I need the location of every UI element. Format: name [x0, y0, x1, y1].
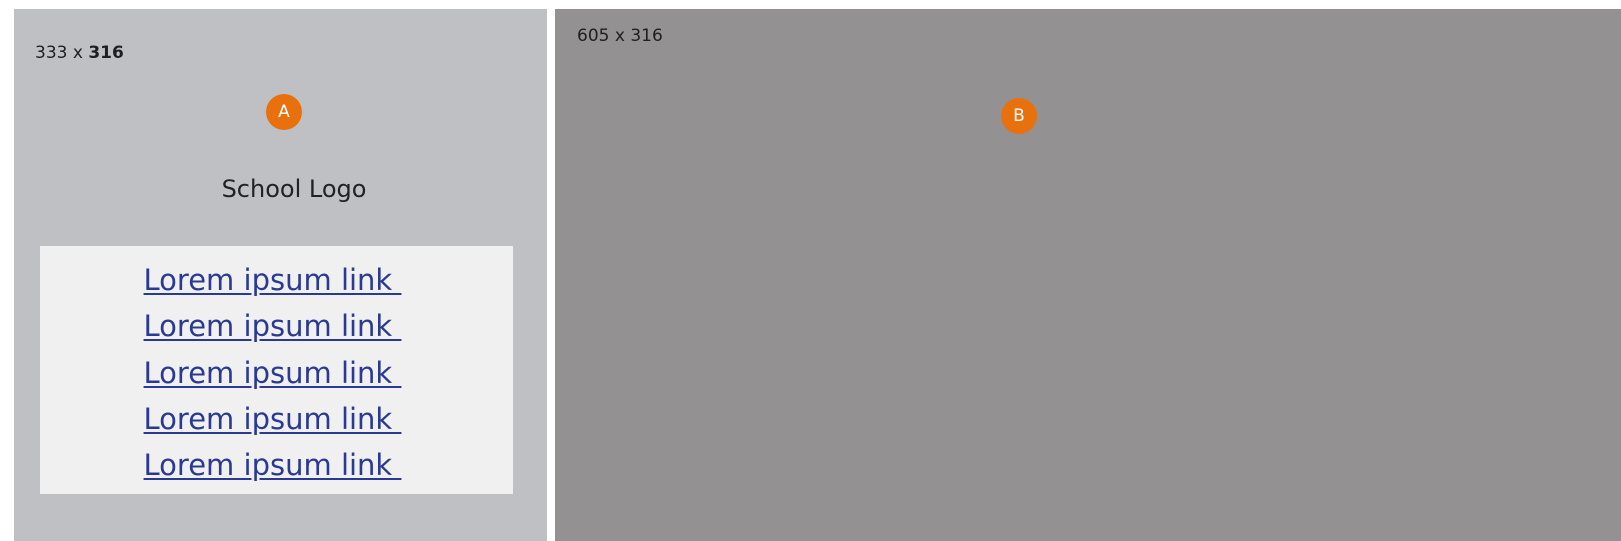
panel-a-sidebar: 333 x 316 A School Logo Lorem ipsum link… [14, 9, 547, 541]
panel-b-marker-badge: B [1001, 98, 1037, 134]
list-item: Lorem ipsum link [40, 399, 513, 445]
list-item: Lorem ipsum link [40, 445, 513, 491]
list-item: Lorem ipsum link [40, 306, 513, 352]
list-item: Lorem ipsum link [40, 353, 513, 399]
links-list: Lorem ipsum link Lorem ipsum link Lorem … [40, 260, 513, 491]
panel-b-content-area: 605 x 316 B [555, 9, 1621, 541]
panel-a-dimensions: 333 x 316 [35, 43, 124, 63]
wireframe-canvas: 333 x 316 A School Logo Lorem ipsum link… [0, 0, 1621, 541]
lorem-ipsum-link-3[interactable]: Lorem ipsum link [144, 356, 402, 390]
lorem-ipsum-link-4[interactable]: Lorem ipsum link [144, 402, 402, 436]
lorem-ipsum-link-1[interactable]: Lorem ipsum link [144, 263, 402, 297]
lorem-ipsum-link-2[interactable]: Lorem ipsum link [144, 309, 402, 343]
panel-a-dims-height: 316 [88, 43, 124, 63]
list-item: Lorem ipsum link [40, 260, 513, 306]
lorem-ipsum-link-5[interactable]: Lorem ipsum link [144, 448, 402, 482]
panel-b-dimensions: 605 x 316 [577, 26, 663, 46]
panel-a-dims-width: 333 [35, 43, 68, 63]
links-box: Lorem ipsum link Lorem ipsum link Lorem … [40, 246, 513, 494]
panel-a-dims-separator: x [67, 43, 89, 63]
school-logo-placeholder: School Logo [221, 175, 367, 203]
panel-a-marker-badge: A [266, 94, 302, 130]
